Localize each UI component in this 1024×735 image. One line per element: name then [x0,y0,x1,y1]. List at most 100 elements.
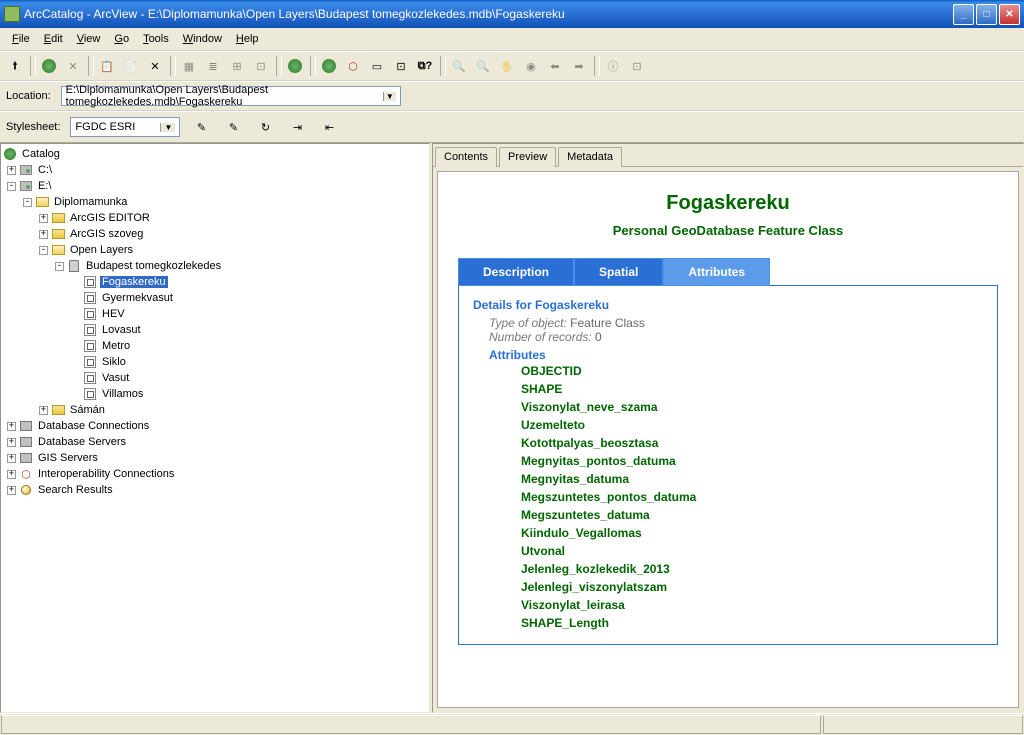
attribute-link[interactable]: Kotottpalyas_beosztasa [521,434,983,452]
identify-button[interactable]: ⓘ [602,55,624,77]
attribute-link[interactable]: Utvonal [521,542,983,560]
expand-c[interactable]: + [7,166,16,175]
tree-e-drive[interactable]: E:\ [36,180,53,192]
help-pointer-button[interactable]: ⧉? [414,55,436,77]
tree-gis-servers[interactable]: GIS Servers [36,452,100,464]
attribute-link[interactable]: Jelenleg_kozlekedik_2013 [521,560,983,578]
meta-tab-spatial[interactable]: Spatial [574,258,663,286]
tab-contents[interactable]: Contents [435,147,497,167]
connect-folder-button[interactable] [38,55,60,77]
tree-db-servers[interactable]: Database Servers [36,436,128,448]
toolbox-button[interactable]: ⬡ [342,55,364,77]
expand-interop[interactable]: + [7,470,16,479]
zoom-out-button[interactable]: 🔍 [472,55,494,77]
collapse-dipl[interactable]: - [23,198,32,207]
location-dropdown-icon[interactable]: ▼ [383,92,396,101]
attribute-link[interactable]: SHAPE [521,380,983,398]
menu-edit[interactable]: Edit [38,31,69,47]
details-button[interactable]: ⊞ [226,55,248,77]
collapse-e[interactable]: - [7,182,16,191]
attribute-link[interactable]: SHAPE_Length [521,614,983,632]
tree-siklo[interactable]: Siklo [100,356,128,368]
import-metadata-button[interactable]: ⇥ [286,116,308,138]
forward-button[interactable]: ➡ [568,55,590,77]
attribute-link[interactable]: Megnyitas_pontos_datuma [521,452,983,470]
pan-button[interactable]: ✋ [496,55,518,77]
window-button[interactable]: ▭ [366,55,388,77]
command-button[interactable]: ⊡ [390,55,412,77]
menu-tools[interactable]: Tools [137,31,175,47]
stylesheet-select[interactable]: FGDC ESRI ▼ [70,117,180,137]
expand-gisserv[interactable]: + [7,454,16,463]
large-icons-button[interactable]: ▦ [178,55,200,77]
expand-dbconn[interactable]: + [7,422,16,431]
attribute-link[interactable]: Megszuntetes_datuma [521,506,983,524]
thumbnails-button[interactable]: ⊡ [250,55,272,77]
collapse-openlayers[interactable]: - [39,246,48,255]
tree-saman[interactable]: Sámán [68,404,107,416]
create-thumbnail-button[interactable]: ⊡ [626,55,648,77]
location-input[interactable]: E:\Diplomamunka\Open Layers\Budapest tom… [61,86,401,106]
export-metadata-button[interactable]: ⇤ [318,116,340,138]
expand-dbserv[interactable]: + [7,438,16,447]
tree-metro[interactable]: Metro [100,340,132,352]
disconnect-button[interactable]: ✕ [62,55,84,77]
menu-file[interactable]: File [6,31,36,47]
tree-fogaskereku[interactable]: Fogaskereku [100,276,168,288]
menu-view[interactable]: View [71,31,107,47]
tree-villamos[interactable]: Villamos [100,388,145,400]
menu-go[interactable]: Go [108,31,135,47]
tree-open-layers[interactable]: Open Layers [68,244,135,256]
expand-szoveg[interactable]: + [39,230,48,239]
tab-metadata[interactable]: Metadata [558,147,622,167]
full-extent-button[interactable]: ◉ [520,55,542,77]
attribute-link[interactable]: Megnyitas_datuma [521,470,983,488]
edit-metadata-button[interactable]: ✎ [190,116,212,138]
tree-arcgis-editor[interactable]: ArcGIS EDITOR [68,212,152,224]
copy-button[interactable]: 📋 [96,55,118,77]
attribute-link[interactable]: Uzemelteto [521,416,983,434]
paste-button[interactable]: 📄 [120,55,142,77]
create-metadata-button[interactable]: ↻ [254,116,276,138]
tab-preview[interactable]: Preview [499,147,556,167]
tree-arcgis-szoveg[interactable]: ArcGIS szoveg [68,228,145,240]
tree-budapest-db[interactable]: Budapest tomegkozlekedes [84,260,223,272]
list-button[interactable]: ≣ [202,55,224,77]
expand-saman[interactable]: + [39,406,48,415]
collapse-budapest[interactable]: - [55,262,64,271]
tree-c-drive[interactable]: C:\ [36,164,54,176]
expand-editor[interactable]: + [39,214,48,223]
meta-tab-description[interactable]: Description [458,258,574,286]
launch-arcmap-button[interactable] [284,55,306,77]
tree-interop[interactable]: Interoperability Connections [36,468,176,480]
tree-db-connections[interactable]: Database Connections [36,420,151,432]
attribute-link[interactable]: Kiindulo_Vegallomas [521,524,983,542]
up-button[interactable]: 🠙 [4,55,26,77]
zoom-in-button[interactable]: 🔍 [448,55,470,77]
metadata-props-button[interactable]: ✎ [222,116,244,138]
stylesheet-dropdown-icon[interactable]: ▼ [160,123,175,132]
attribute-link[interactable]: Megszuntetes_pontos_datuma [521,488,983,506]
tree-lovasut[interactable]: Lovasut [100,324,143,336]
attribute-link[interactable]: Viszonylat_leirasa [521,596,983,614]
maximize-button[interactable]: □ [976,4,997,25]
back-button[interactable]: ⬅ [544,55,566,77]
meta-tab-attributes[interactable]: Attributes [663,258,770,286]
menu-help[interactable]: Help [230,31,265,47]
attribute-link[interactable]: Jelenlegi_viszonylatszam [521,578,983,596]
tree-root[interactable]: Catalog [20,148,62,160]
tree-search-results[interactable]: Search Results [36,484,115,496]
close-button[interactable]: ✕ [999,4,1020,25]
attribute-link[interactable]: OBJECTID [521,362,983,380]
tree-gyermekvasut[interactable]: Gyermekvasut [100,292,175,304]
attribute-link[interactable]: Viszonylat_neve_szama [521,398,983,416]
minimize-button[interactable]: _ [953,4,974,25]
tree-vasut[interactable]: Vasut [100,372,131,384]
attributes-heading: Attributes [489,348,983,362]
menu-window[interactable]: Window [177,31,228,47]
delete-button[interactable]: ✕ [144,55,166,77]
tree-hev[interactable]: HEV [100,308,127,320]
expand-search[interactable]: + [7,486,16,495]
tree-diplomamunka[interactable]: Diplomamunka [52,196,129,208]
globe-tool-1[interactable] [318,55,340,77]
